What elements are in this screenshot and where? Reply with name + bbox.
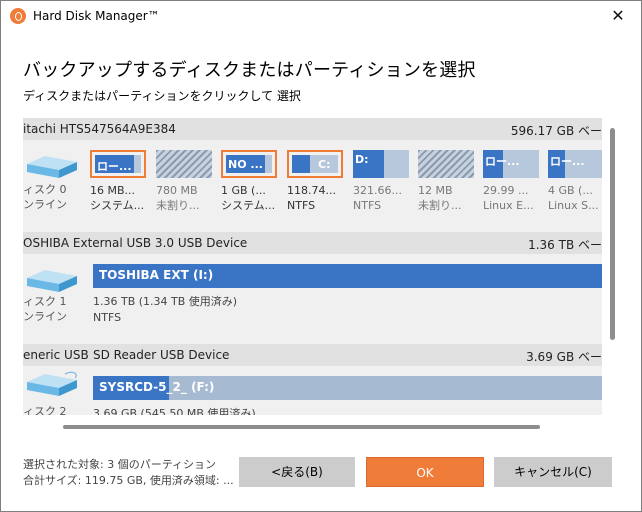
title-bar: Hard Disk Manager™ ✕	[1, 1, 641, 31]
disk-1-size: 1.36 TB ベー	[528, 238, 602, 252]
partition-size: 118.74...	[287, 184, 336, 197]
cancel-button[interactable]: キャンセル(C)	[494, 457, 612, 487]
volume-size: 3.69 GB (545.50 MB 使用済み)	[93, 407, 256, 415]
disk-1-header[interactable]: OSHIBA External USB 3.0 USB Device 1.36 …	[23, 232, 602, 254]
selection-count: 選択された対象: 3 個のパーティション	[23, 458, 217, 471]
hard-drive-icon	[27, 270, 77, 292]
partition-fs: NTFS	[287, 199, 316, 212]
partition-fs: システム...	[90, 199, 145, 212]
disk-1-body: ィスク 1 ンライン TOSHIBA EXT (I:) 1.36 TB (1.3…	[23, 254, 602, 340]
disk-1-label: ィスク 1 ンライン	[23, 294, 67, 324]
app-icon	[10, 8, 26, 24]
disk-2-name: eneric USB	[23, 348, 89, 362]
partition-label: C:	[318, 158, 331, 171]
partition-fs: Linux E...	[483, 199, 534, 212]
volume-label: TOSHIBA EXT (I:)	[99, 268, 214, 282]
disk-2-header[interactable]: eneric USB SD Reader USB Device 3.69 GB …	[23, 344, 602, 366]
horizontal-scroll-thumb[interactable]	[63, 425, 540, 429]
selection-size: 合計サイズ: 119.75 GB, 使用済み領域: ...	[23, 474, 234, 487]
partition-label: D:	[355, 153, 369, 166]
close-icon[interactable]: ✕	[606, 5, 630, 27]
ok-button[interactable]: OK	[366, 457, 484, 487]
partition-size: 4 GB (...	[548, 184, 593, 197]
volume-label: SYSRCD-5_2_ (F:)	[99, 380, 215, 394]
disk-2-label: ィスク 2	[23, 404, 67, 415]
partition-bar[interactable]: C:	[287, 150, 343, 178]
disk-2-number: ィスク 2	[23, 405, 67, 415]
disk-0-size: 596.17 GB ベー	[510, 124, 602, 138]
partition-label: ロー...	[550, 155, 585, 168]
back-button[interactable]: <戻る(B)	[239, 457, 355, 487]
page-title: バックアップするディスクまたはパーティションを選択	[23, 60, 476, 81]
disk-0-number: ィスク 0	[23, 183, 67, 196]
hard-drive-icon	[27, 156, 77, 178]
partition-fs: NTFS	[353, 199, 382, 212]
partition-size: 29.99 ...	[483, 184, 529, 197]
partition-bar[interactable]: ロー...	[90, 150, 146, 178]
volume-bar[interactable]: SYSRCD-5_2_ (F:)	[93, 376, 602, 400]
partition-bar[interactable]	[418, 150, 474, 178]
partition-size: 12 MB	[418, 184, 453, 197]
partition-size: 780 MB	[156, 184, 198, 197]
partition-fs: システム...	[221, 199, 276, 212]
partition-size: 16 MB...	[90, 184, 136, 197]
partition-label: NO ...	[228, 158, 263, 171]
partition-bar[interactable]: NO ...	[221, 150, 277, 178]
vertical-scroll-thumb[interactable]	[610, 128, 615, 340]
vertical-scrollbar[interactable]	[608, 118, 617, 415]
disk-1-name: OSHIBA External USB 3.0 USB Device	[23, 236, 248, 250]
volume-bar[interactable]: TOSHIBA EXT (I:)	[93, 264, 602, 288]
page-instruction: ディスクまたはパーティションをクリックして 選択	[23, 89, 301, 103]
disk-1-number: ィスク 1	[23, 295, 67, 308]
volume-size: 1.36 TB (1.34 TB 使用済み)	[93, 295, 238, 308]
disk-2-body: ィスク 2 SYSRCD-5_2_ (F:) 3.69 GB (545.50 M…	[23, 366, 602, 415]
partition-label: ロー...	[485, 155, 520, 168]
disk-0-status: ンライン	[23, 198, 67, 211]
disk-list-panel: itachi HTS547564A9E384 596.17 GB ベー ィスク …	[23, 118, 602, 415]
partition-bar[interactable]	[156, 150, 212, 178]
partition-fs: 未割り...	[156, 199, 200, 212]
partition-bar[interactable]: ロー...	[483, 150, 539, 178]
disk-1-status: ンライン	[23, 310, 67, 323]
partition-fs: Linux S...	[548, 199, 599, 212]
partition-bar[interactable]: D:	[353, 150, 409, 178]
disk-2-device: SD Reader USB Device	[93, 348, 230, 362]
partition-bar[interactable]: ロー...	[548, 150, 602, 178]
partition-fs: 未割り...	[418, 199, 462, 212]
selection-summary: 選択された対象: 3 個のパーティション 合計サイズ: 119.75 GB, 使…	[23, 457, 234, 489]
disk-0-label: ィスク 0 ンライン	[23, 182, 67, 212]
usb-drive-icon	[27, 371, 77, 396]
volume-fs: NTFS	[93, 311, 122, 324]
window-title: Hard Disk Manager™	[33, 9, 160, 23]
partition-label: ロー...	[97, 160, 132, 173]
disk-0-header[interactable]: itachi HTS547564A9E384 596.17 GB ベー	[23, 118, 602, 140]
disk-0-name: itachi HTS547564A9E384	[23, 122, 176, 136]
partition-size: 321.66...	[353, 184, 402, 197]
disk-2-size: 3.69 GB ベー	[526, 350, 602, 364]
disk-0-body: ィスク 0 ンライン ロー... 16 MB... システム... 780 MB 未…	[23, 140, 602, 228]
partition-size: 1 GB (...	[221, 184, 266, 197]
